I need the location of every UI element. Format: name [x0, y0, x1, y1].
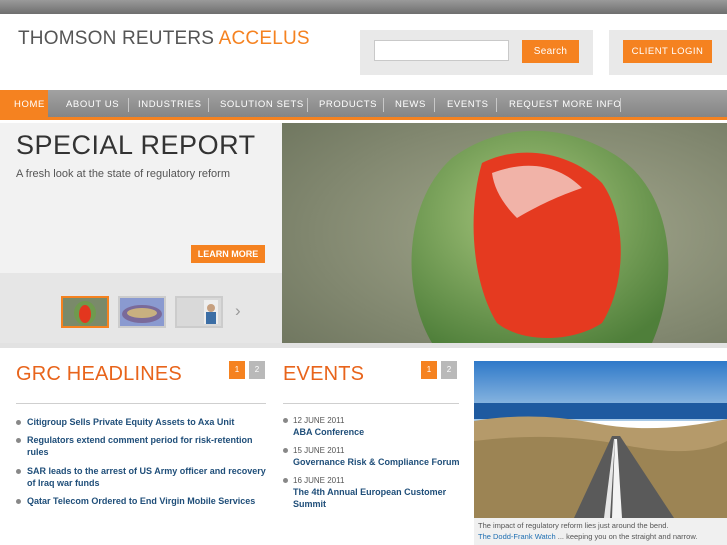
nav-separator	[383, 98, 384, 112]
bullet-icon	[283, 448, 288, 453]
event-link[interactable]: ABA Conference	[293, 426, 463, 438]
nav-news[interactable]: NEWS	[395, 90, 426, 120]
brand-name: THOMSON REUTERS	[18, 28, 215, 49]
event-link[interactable]: Governance Risk & Compliance Forum	[293, 456, 463, 468]
hero-subtitle: A fresh look at the state of regulatory …	[16, 168, 230, 180]
events-rule	[283, 403, 459, 404]
nav-separator	[307, 98, 308, 112]
bullet-icon	[16, 469, 21, 474]
thumbnail-flower[interactable]	[61, 296, 109, 328]
portrait-thumbnail-image	[177, 298, 221, 326]
section-divider	[0, 343, 727, 348]
nav-separator	[208, 98, 209, 112]
chevron-right-icon[interactable]: ›	[235, 301, 241, 321]
main-nav: HOME ABOUT US INDUSTRIES SOLUTION SETS P…	[0, 90, 727, 120]
headline-item[interactable]: Citigroup Sells Private Equity Assets to…	[16, 416, 271, 428]
caption-line: The impact of regulatory reform lies jus…	[478, 521, 669, 530]
thumbnail-portrait[interactable]	[175, 296, 223, 328]
event-item[interactable]: 12 JUNE 2011 ABA Conference	[283, 415, 463, 438]
headline-item[interactable]: Qatar Telecom Ordered to End Virgin Mobi…	[16, 495, 271, 507]
bullet-icon	[16, 420, 21, 425]
headlines-rule	[16, 403, 266, 404]
headline-item[interactable]: SAR leads to the arrest of US Army offic…	[16, 465, 271, 489]
event-date: 12 JUNE 2011	[293, 416, 345, 425]
event-link[interactable]: The 4th Annual European Customer Summit	[293, 486, 463, 510]
flower-thumbnail-image	[63, 298, 107, 326]
hero-image	[282, 123, 727, 343]
event-item[interactable]: 15 JUNE 2011 Governance Risk & Complianc…	[283, 445, 463, 468]
event-item[interactable]: 16 JUNE 2011 The 4th Annual European Cus…	[283, 475, 463, 510]
nav-separator	[128, 98, 129, 112]
client-login-button[interactable]: CLIENT LOGIN	[623, 40, 712, 63]
event-date: 16 JUNE 2011	[293, 476, 345, 485]
nav-home[interactable]: HOME	[0, 90, 48, 120]
events-title: EVENTS	[283, 363, 365, 385]
nav-about-us[interactable]: ABOUT US	[66, 90, 119, 120]
top-bar	[0, 0, 727, 14]
nav-events[interactable]: EVENTS	[447, 90, 489, 120]
bullet-icon	[16, 499, 21, 504]
headline-link[interactable]: Citigroup Sells Private Equity Assets to…	[27, 417, 234, 427]
caption-line-2: The Dodd-Frank Watch ... keeping you on …	[478, 531, 723, 542]
nav-solution-sets[interactable]: SOLUTION SETS	[220, 90, 304, 120]
dodd-frank-watch-link[interactable]: The Dodd-Frank Watch	[478, 532, 556, 541]
search-input[interactable]	[374, 40, 509, 61]
hero-title: SPECIAL REPORT	[16, 130, 256, 160]
nav-products[interactable]: PRODUCTS	[319, 90, 377, 120]
nav-separator	[620, 98, 621, 112]
road-image-caption: The impact of regulatory reform lies jus…	[474, 518, 727, 545]
events-page-1[interactable]: 1	[421, 361, 437, 379]
headlines-page-2[interactable]: 2	[249, 361, 265, 379]
headlines-page-1[interactable]: 1	[229, 361, 245, 379]
event-date: 15 JUNE 2011	[293, 446, 345, 455]
headline-item[interactable]: Regulators extend comment period for ris…	[16, 434, 271, 458]
road-landscape-image	[474, 361, 727, 518]
bullet-icon	[283, 478, 288, 483]
brand-accent: ACCELUS	[218, 28, 310, 49]
brand-logo[interactable]: THOMSON REUTERS ACCELUS	[18, 28, 310, 50]
events-page-2[interactable]: 2	[441, 361, 457, 379]
headline-link[interactable]: Regulators extend comment period for ris…	[27, 435, 253, 457]
stadium-thumbnail-image	[120, 298, 164, 326]
search-box: Search	[360, 30, 593, 75]
caption-rest: ... keeping you on the straight and narr…	[555, 532, 698, 541]
login-box: CLIENT LOGIN	[609, 30, 727, 75]
grc-headlines-title: GRC HEADLINES	[16, 363, 182, 385]
road-image[interactable]	[474, 361, 727, 518]
nav-industries[interactable]: INDUSTRIES	[138, 90, 202, 120]
thumbnail-stadium[interactable]	[118, 296, 166, 328]
nav-request-more-info[interactable]: REQUEST MORE INFO	[509, 90, 621, 120]
nav-separator	[496, 98, 497, 112]
search-button[interactable]: Search	[522, 40, 579, 63]
headline-link[interactable]: SAR leads to the arrest of US Army offic…	[27, 466, 266, 488]
poppy-bud-image	[282, 123, 727, 343]
bullet-icon	[283, 418, 288, 423]
nav-separator	[434, 98, 435, 112]
bullet-icon	[16, 438, 21, 443]
headline-link[interactable]: Qatar Telecom Ordered to End Virgin Mobi…	[27, 496, 255, 506]
learn-more-button[interactable]: LEARN MORE	[191, 245, 265, 263]
